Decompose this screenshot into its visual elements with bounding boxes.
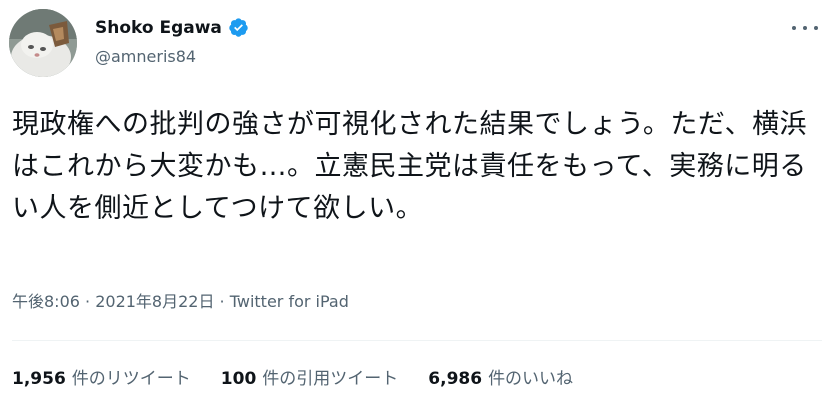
divider — [12, 340, 822, 341]
tweet-text: 現政権への批判の強さが可視化された結果でしょう。ただ、横浜はこれから大変かも…。… — [12, 109, 808, 224]
more-options-button[interactable] — [790, 18, 820, 38]
avatar[interactable] — [9, 9, 77, 77]
likes-stat[interactable]: 6,986 件のいいね — [428, 364, 573, 389]
tweet-time[interactable]: 午後8:06 — [12, 292, 80, 311]
author-handle[interactable]: @amneris84 — [95, 47, 196, 66]
quote-tweets-stat[interactable]: 100 件の引用ツイート — [221, 364, 399, 389]
meta-separator: · — [214, 292, 230, 311]
retweets-count: 1,956 — [12, 369, 66, 389]
tweet-meta: 午後8:06 · 2021年8月22日 · Twitter for iPad — [12, 288, 349, 312]
retweets-label: 件のリツイート — [71, 369, 191, 389]
author-name[interactable]: Shoko Egawa — [95, 17, 249, 38]
tweet-source[interactable]: Twitter for iPad — [230, 292, 349, 311]
likes-label: 件のいいね — [488, 369, 574, 389]
tweet-stats: 1,956 件のリツイート 100 件の引用ツイート 6,986 件のいいね — [12, 364, 573, 389]
retweets-stat[interactable]: 1,956 件のリツイート — [12, 364, 191, 389]
tweet-card: Shoko Egawa @amneris84 現政権への批判の強さが可視化された… — [0, 0, 834, 400]
quote-tweets-count: 100 — [220, 369, 257, 389]
more-horizontal-icon — [792, 26, 796, 30]
author-name-text[interactable]: Shoko Egawa — [95, 18, 222, 38]
likes-count: 6,986 — [428, 369, 483, 389]
more-horizontal-icon-dot — [803, 26, 807, 30]
tweet-date[interactable]: 2021年8月22日 — [95, 292, 214, 311]
more-horizontal-icon-dot — [814, 26, 818, 30]
quote-tweets-label: 件の引用ツイート — [262, 369, 399, 389]
meta-separator: · — [79, 292, 96, 311]
verified-badge-icon — [228, 17, 249, 38]
